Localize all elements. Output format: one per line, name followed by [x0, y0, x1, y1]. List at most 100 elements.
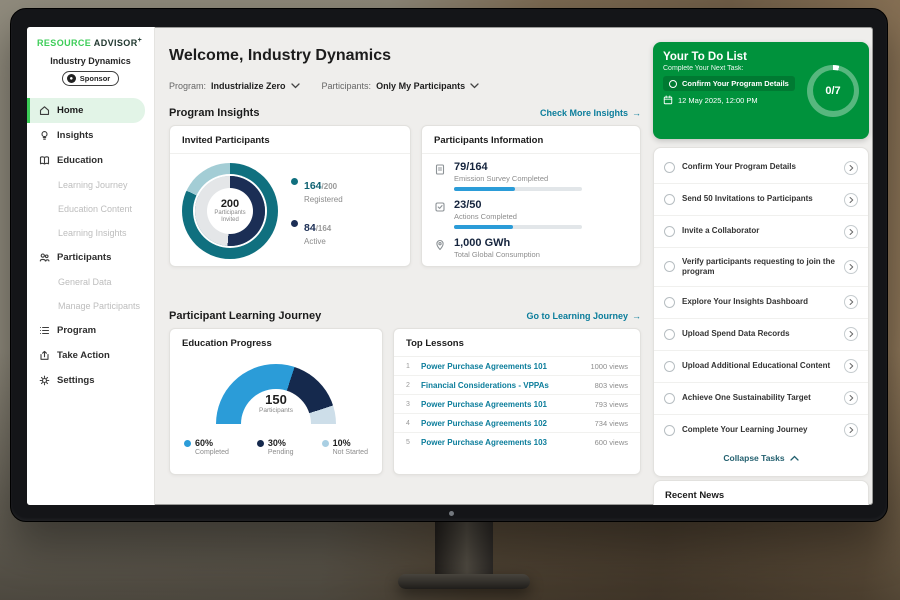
sidebar-item-label: Manage Participants	[58, 301, 140, 311]
sidebar-item-education-content[interactable]: Education Content	[27, 197, 154, 221]
chevron-right-icon[interactable]	[844, 161, 858, 175]
check-more-insights-link[interactable]: Check More Insights →	[540, 108, 641, 118]
lesson-rank: 4	[406, 420, 414, 427]
task-row[interactable]: Upload Additional Educational Content	[654, 351, 868, 383]
sidebar-item-program[interactable]: Program	[27, 318, 154, 343]
task-checkbox-icon[interactable]	[664, 393, 675, 404]
sidebar-item-manage-participants[interactable]: Manage Participants	[27, 294, 154, 318]
donut-legend: 164/200 Registered 84/164 Active	[291, 176, 343, 246]
chevron-right-icon[interactable]	[844, 327, 858, 341]
sidebar-item-participants[interactable]: Participants	[27, 245, 154, 270]
task-checkbox-icon[interactable]	[664, 194, 675, 205]
task-checkbox-icon[interactable]	[664, 361, 675, 372]
sidebar-item-home[interactable]: Home	[27, 98, 145, 123]
lesson-title-link[interactable]: Power Purchase Agreements 103	[421, 438, 588, 447]
lesson-title-link[interactable]: Power Purchase Agreements 102	[421, 419, 588, 428]
chevron-right-icon[interactable]	[844, 359, 858, 373]
lesson-views: 600 views	[595, 438, 628, 447]
task-checkbox-icon[interactable]	[664, 425, 675, 436]
todo-progress-value: 0/7	[813, 70, 854, 111]
lesson-views: 803 views	[595, 381, 628, 390]
top-lessons-card: Top Lessons 1 Power Purchase Agreements …	[393, 328, 641, 475]
gauge-legend: 60% Completed 30% Pending 10% Not Starte…	[170, 438, 382, 456]
lesson-rank: 2	[406, 382, 414, 389]
todo-card-subtitle: Complete Your Next Task:	[663, 65, 795, 72]
scene: RESOURCE ADVISOR+ Industry Dynamics ● Sp…	[0, 0, 900, 600]
task-row[interactable]: Explore Your Insights Dashboard	[654, 287, 868, 319]
task-checkbox-icon[interactable]	[664, 297, 675, 308]
lightbulb-icon	[39, 130, 50, 141]
program-filter-dropdown[interactable]: Program: Industrialize Zero	[169, 81, 300, 91]
lesson-views: 1000 views	[590, 362, 628, 371]
gauge-center: 150 Participants	[216, 393, 336, 414]
task-checkbox-icon[interactable]	[664, 261, 675, 272]
chevron-right-icon[interactable]	[844, 295, 858, 309]
calendar-icon	[663, 95, 673, 105]
clipboard-icon	[434, 163, 446, 175]
task-checkbox-icon[interactable]	[664, 329, 675, 340]
sidebar-item-settings[interactable]: Settings	[27, 368, 154, 393]
todo-progress-ring: 0/7	[807, 65, 859, 117]
legend-item-completed: 60% Completed	[184, 438, 229, 456]
sponsor-badge-icon: ●	[67, 74, 76, 83]
lesson-title-link[interactable]: Power Purchase Agreements 101	[421, 400, 588, 409]
collapse-tasks-button[interactable]: Collapse Tasks	[654, 446, 868, 468]
chevron-right-icon[interactable]	[844, 260, 858, 274]
next-task-row[interactable]: Confirm Your Program Details	[663, 76, 795, 91]
participants-filter-dropdown[interactable]: Participants: Only My Participants	[322, 81, 480, 91]
lesson-title-link[interactable]: Financial Considerations - VPPAs	[421, 381, 588, 390]
sidebar-item-label: Home	[57, 105, 83, 116]
lesson-views: 734 views	[595, 419, 628, 428]
legend-item-registered: 164/200 Registered	[291, 176, 343, 204]
home-icon	[39, 105, 50, 116]
pending-dot-icon	[257, 440, 264, 447]
card-title: Invited Participants	[170, 126, 410, 154]
legend-label: Registered	[304, 195, 343, 204]
sidebar-item-take-action[interactable]: Take Action	[27, 343, 154, 368]
sidebar-item-insights[interactable]: Insights	[27, 123, 154, 148]
task-row[interactable]: Confirm Your Program Details	[654, 152, 868, 184]
legend-value: 164	[304, 180, 322, 192]
sidebar-item-label: Education Content	[58, 204, 132, 214]
sidebar-item-education[interactable]: Education	[27, 148, 154, 173]
lesson-row: 1 Power Purchase Agreements 101 1000 vie…	[394, 357, 640, 376]
participants-information-card: Participants Information 79/164 Emission…	[421, 125, 641, 267]
book-icon	[39, 155, 50, 166]
sidebar-item-general-data[interactable]: General Data	[27, 270, 154, 294]
task-label: Confirm Your Program Details	[682, 162, 837, 172]
stat-label: Total Global Consumption	[454, 250, 540, 259]
sidebar-item-learning-journey[interactable]: Learning Journey	[27, 173, 154, 197]
gauge-center-value: 150	[216, 393, 336, 407]
task-row[interactable]: Upload Spend Data Records	[654, 319, 868, 351]
sidebar-item-learning-insights[interactable]: Learning Insights	[27, 221, 154, 245]
task-row[interactable]: Complete Your Learning Journey	[654, 415, 868, 446]
sidebar-item-label: General Data	[58, 277, 112, 287]
task-row[interactable]: Send 50 Invitations to Participants	[654, 184, 868, 216]
checkbox-circle-icon[interactable]	[669, 80, 677, 88]
chevron-right-icon[interactable]	[844, 225, 858, 239]
task-label: Verify participants requesting to join t…	[682, 257, 837, 278]
task-row[interactable]: Invite a Collaborator	[654, 216, 868, 248]
lesson-title-link[interactable]: Power Purchase Agreements 101	[421, 362, 583, 371]
chevron-right-icon[interactable]	[844, 193, 858, 207]
logo-plus: +	[138, 37, 143, 44]
task-checkbox-icon[interactable]	[664, 226, 675, 237]
sidebar-item-label: Participants	[57, 252, 111, 263]
task-row[interactable]: Verify participants requesting to join t…	[654, 248, 868, 287]
task-checkbox-icon[interactable]	[664, 162, 675, 173]
sponsor-badge-label: Sponsor	[80, 74, 110, 83]
chevron-right-icon[interactable]	[844, 391, 858, 405]
go-to-learning-journey-link[interactable]: Go to Learning Journey →	[526, 311, 641, 321]
logo-part-1: RESOURCE	[37, 38, 91, 48]
filters-row: Program: Industrialize Zero Participants…	[169, 81, 479, 91]
donut-center-label: Participants Invited	[209, 210, 251, 225]
next-task-label: Confirm Your Program Details	[682, 79, 789, 88]
task-row[interactable]: Achieve One Sustainability Target	[654, 383, 868, 415]
chevron-right-icon[interactable]	[844, 423, 858, 437]
page-title: Welcome, Industry Dynamics	[169, 47, 391, 65]
monitor-bezel: RESOURCE ADVISOR+ Industry Dynamics ● Sp…	[10, 8, 888, 522]
registered-dot-icon	[291, 178, 298, 185]
arrow-right-icon: →	[632, 108, 641, 118]
card-title: Participants Information	[422, 126, 640, 154]
donut-center-value: 200	[221, 198, 239, 210]
